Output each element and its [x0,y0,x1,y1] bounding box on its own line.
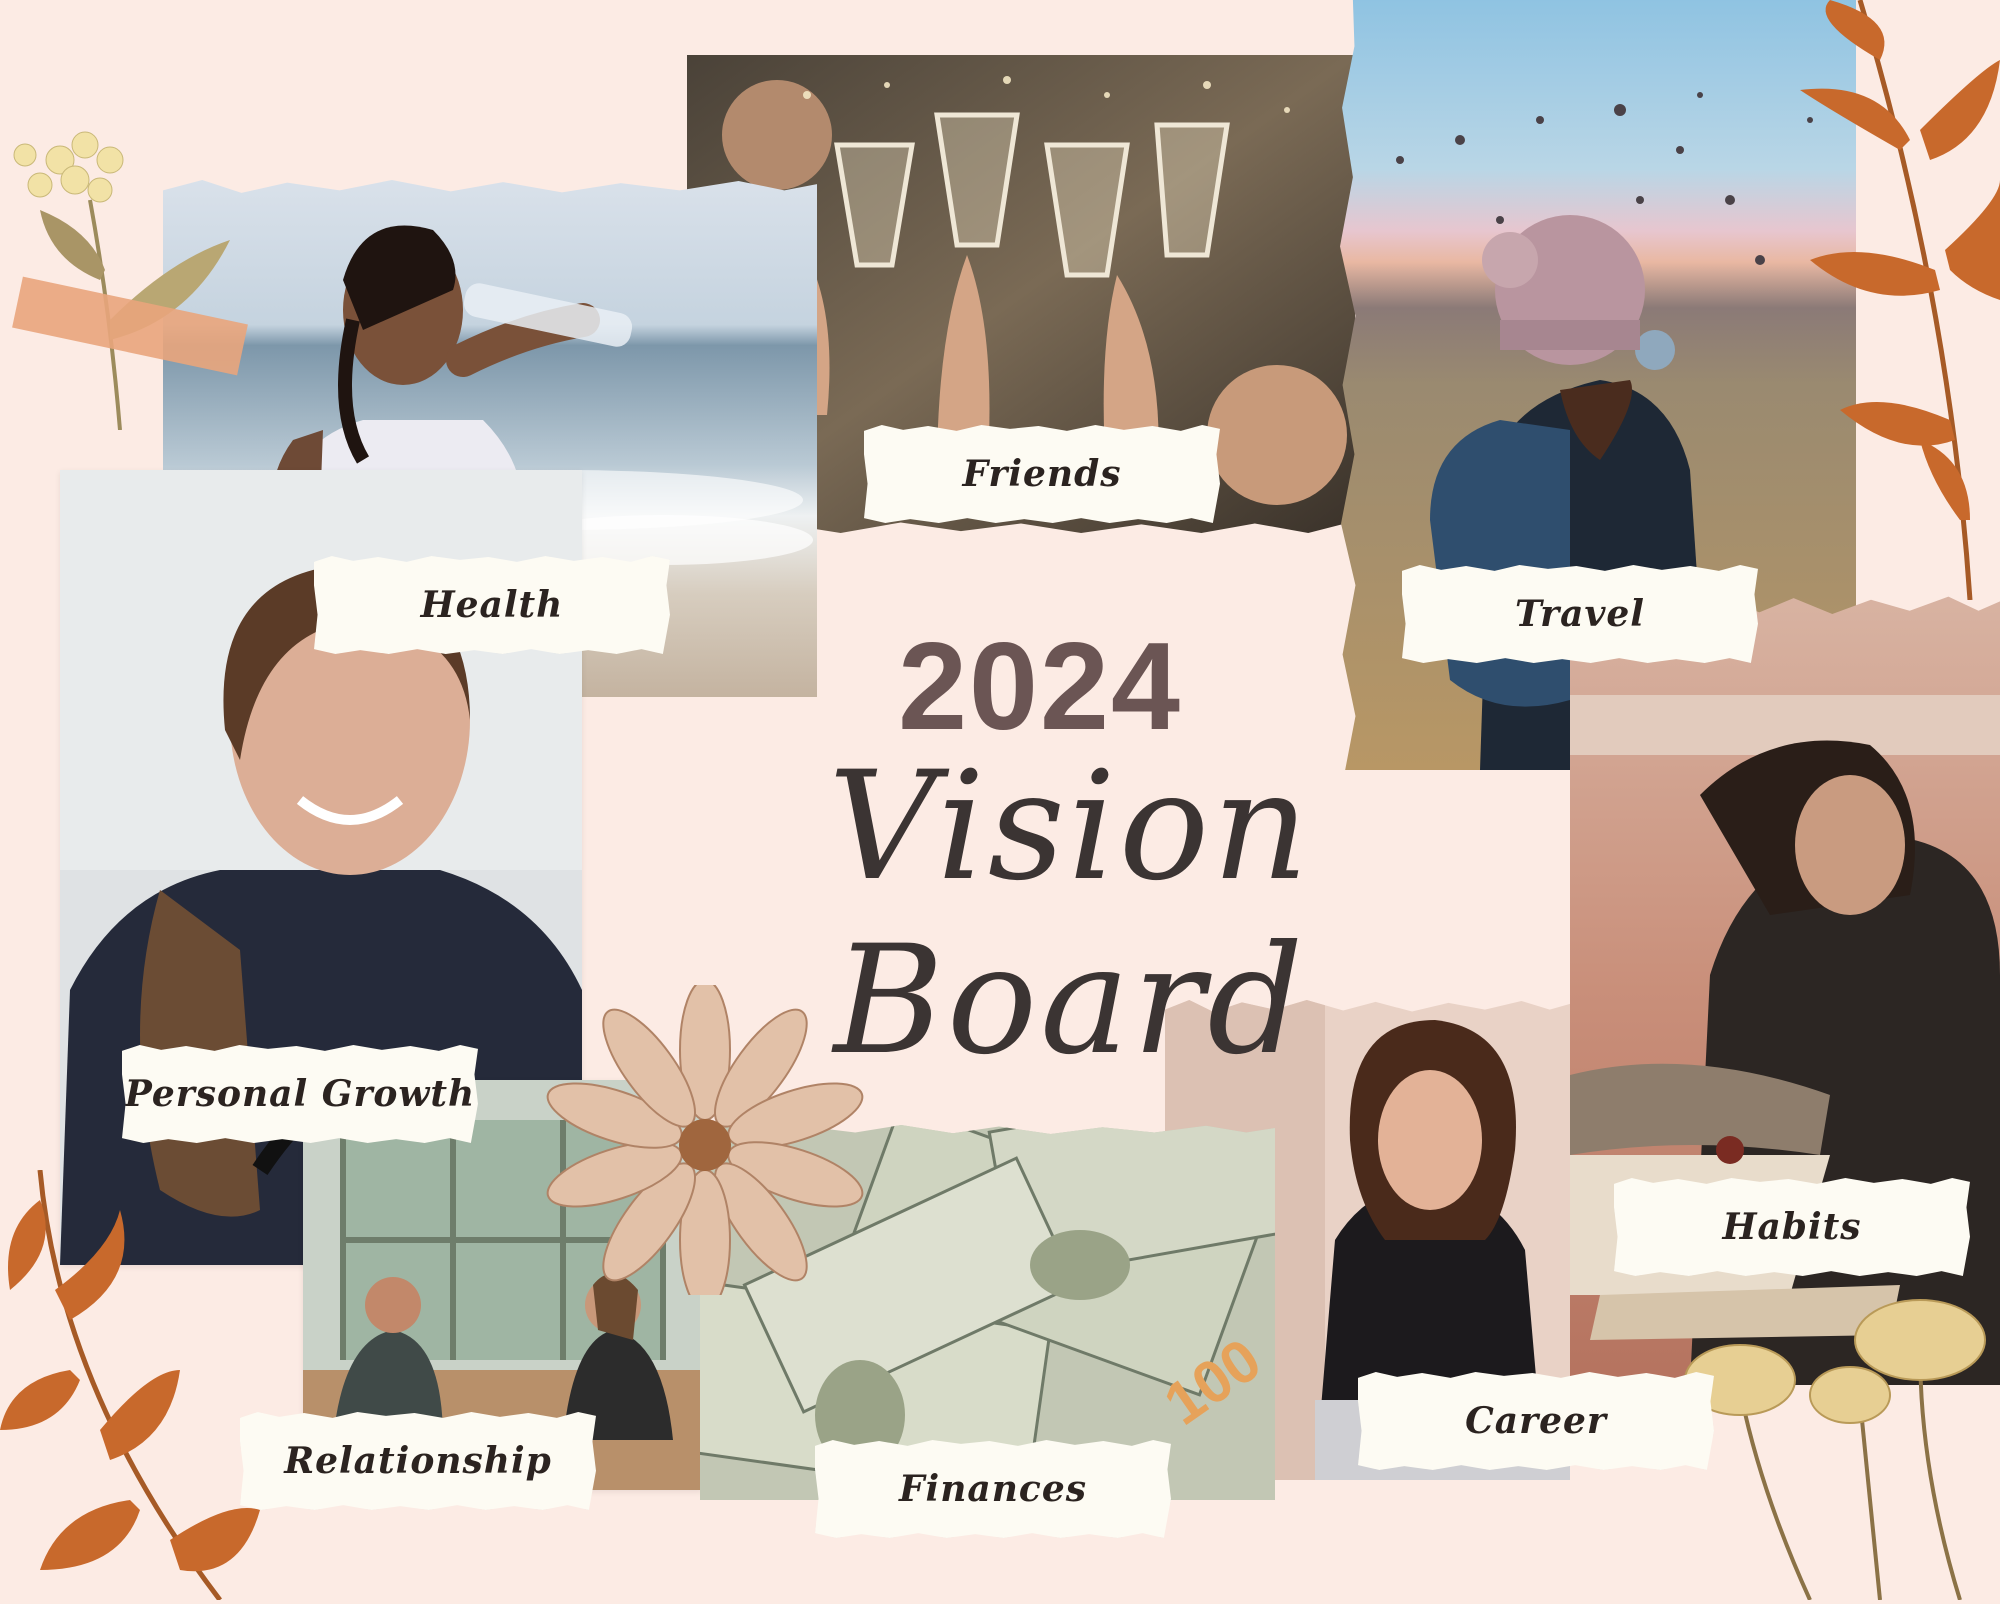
vision-board: 100 100 [0,0,2000,1602]
title-year: 2024 [898,618,1182,756]
label-habits: Habits [1614,1178,1970,1276]
orange-leaves-decoration-right [1770,0,2000,601]
label-personal-growth: Personal Growth [122,1045,478,1143]
label-career: Career [1358,1372,1714,1470]
orange-leaves-decoration-left [0,1169,270,1602]
label-travel: Travel [1402,565,1758,663]
label-relationship: Relationship [240,1412,596,1510]
label-finances: Finances [815,1440,1171,1538]
dried-flower-decoration [0,110,260,431]
label-friends: Friends [864,425,1220,523]
title-script: Vision Board [828,740,1312,1088]
label-health: Health [314,556,670,654]
